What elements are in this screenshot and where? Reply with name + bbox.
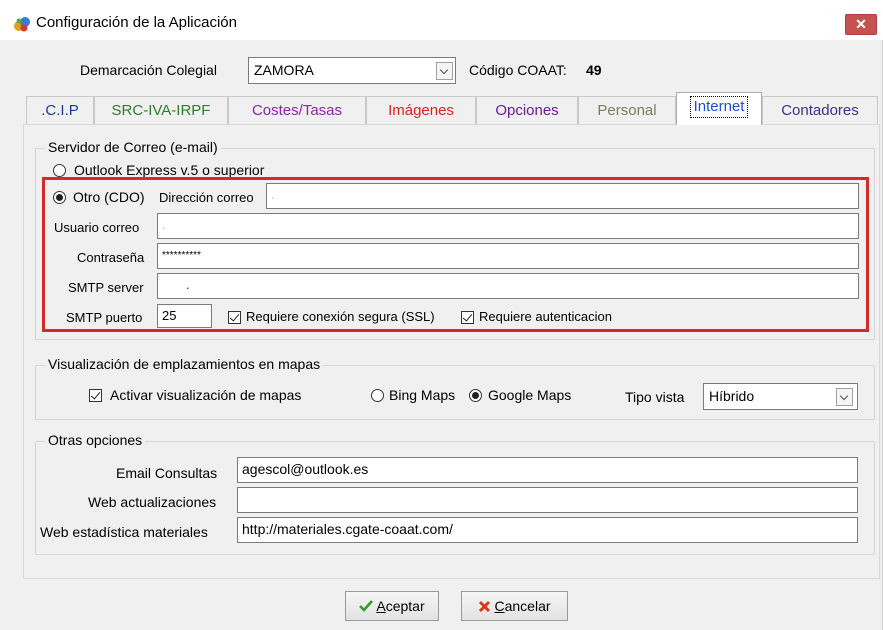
- tab-personal[interactable]: Personal: [578, 96, 676, 124]
- window-title: Configuración de la Aplicación: [36, 14, 237, 31]
- otro-cdo-label: Otro (CDO): [73, 189, 145, 205]
- smtp-input[interactable]: .: [157, 273, 859, 299]
- check-icon: [359, 600, 374, 612]
- web-estadistica-input[interactable]: http://materiales.cgate-coaat.com/: [237, 517, 858, 543]
- demarcacion-select[interactable]: ZAMORA: [248, 57, 456, 84]
- codigo-value: 49: [586, 62, 602, 78]
- usuario-input[interactable]: .: [157, 213, 859, 239]
- auth-label: Requiere autenticacion: [479, 309, 612, 324]
- maps-checkbox-label: Activar visualización de mapas: [110, 387, 302, 403]
- direccion-label: Dirección correo: [159, 190, 254, 205]
- usuario-value: .: [162, 217, 166, 232]
- usuario-label: Usuario correo: [54, 220, 140, 235]
- cancelar-label: ancelar: [504, 598, 551, 614]
- google-radio[interactable]: [469, 389, 482, 402]
- smtp-value: .: [186, 277, 190, 292]
- otro-cdo-radio[interactable]: [53, 191, 66, 204]
- aceptar-accel: A: [376, 598, 386, 614]
- chevron-down-icon[interactable]: [836, 388, 853, 406]
- web-actualizaciones-input[interactable]: [237, 487, 858, 513]
- tab-label: SRC-IVA-IRPF: [111, 102, 211, 119]
- tab-label: .C.I.P: [41, 102, 79, 119]
- aceptar-button[interactable]: Aceptar: [345, 591, 439, 621]
- close-icon: [479, 600, 491, 613]
- outlook-label: Outlook Express v.5 o superior: [74, 162, 265, 178]
- password-label: Contraseña: [77, 250, 145, 265]
- tab-label: Internet: [689, 96, 749, 118]
- tab-internet[interactable]: Internet: [676, 92, 762, 125]
- tab-label: Opciones: [495, 102, 559, 119]
- tipo-vista-label: Tipo vista: [625, 389, 685, 405]
- web-estadistica-value: http://materiales.cgate-coaat.com/: [242, 521, 453, 537]
- tab-label: Contadores: [781, 102, 859, 119]
- tipo-vista-select[interactable]: Híbrido: [703, 383, 858, 410]
- auth-checkbox[interactable]: [461, 311, 474, 324]
- demarcacion-label: Demarcación Colegial: [80, 62, 217, 78]
- tab-opciones[interactable]: Opciones: [476, 96, 578, 124]
- cancelar-accel: C: [494, 598, 505, 614]
- close-button[interactable]: ✕: [845, 14, 877, 35]
- tab-cip[interactable]: .C.I.P: [26, 96, 94, 124]
- tab-label: Costes/Tasas: [251, 102, 343, 119]
- chevron-down-icon[interactable]: [436, 62, 453, 80]
- maps-group-title: Visualización de emplazamientos en mapas: [45, 356, 324, 372]
- puerto-input[interactable]: 25: [157, 304, 212, 328]
- password-value: **********: [162, 250, 201, 261]
- codigo-label: Código COAAT:: [469, 62, 567, 78]
- close-icon: ✕: [855, 16, 867, 32]
- ssl-checkbox[interactable]: [228, 311, 241, 324]
- puerto-value: 25: [162, 308, 177, 323]
- direccion-value: .: [271, 187, 275, 202]
- outlook-radio[interactable]: [53, 164, 66, 177]
- tab-contadores[interactable]: Contadores: [762, 96, 878, 124]
- bing-label: Bing Maps: [389, 387, 456, 403]
- tab-costes-tasas[interactable]: Costes/Tasas: [228, 96, 366, 124]
- puerto-label: SMTP puerto: [66, 310, 143, 325]
- email-consultas-input[interactable]: agescol@outlook.es: [237, 457, 858, 483]
- maps-checkbox[interactable]: [89, 389, 102, 402]
- email-consultas-label: Email Consultas: [116, 465, 218, 481]
- ssl-label: Requiere conexión segura (SSL): [246, 309, 435, 324]
- tipo-vista-value: Híbrido: [709, 388, 755, 404]
- google-label: Google Maps: [488, 387, 572, 403]
- other-options-title: Otras opciones: [45, 432, 146, 448]
- smtp-label: SMTP server: [68, 280, 144, 295]
- bing-radio[interactable]: [371, 389, 384, 402]
- web-estadistica-label: Web estadística materiales: [40, 524, 208, 540]
- title-bar: Configuración de la Aplicación ✕: [0, 0, 883, 40]
- tab-label: Personal: [597, 102, 657, 119]
- tab-src-iva-irpf[interactable]: SRC-IVA-IRPF: [94, 96, 228, 124]
- web-actualizaciones-label: Web actualizaciones: [88, 494, 217, 510]
- tab-label: Imágenes: [388, 102, 454, 119]
- aceptar-label: ceptar: [385, 598, 425, 614]
- tab-imagenes[interactable]: Imágenes: [366, 96, 476, 124]
- mail-group-title: Servidor de Correo (e-mail): [45, 139, 221, 155]
- app-icon: [14, 17, 30, 32]
- direccion-input[interactable]: .: [266, 183, 859, 209]
- password-input[interactable]: **********: [157, 243, 859, 269]
- email-consultas-value: agescol@outlook.es: [242, 461, 369, 477]
- demarcacion-value: ZAMORA: [254, 62, 314, 78]
- cancelar-button[interactable]: Cancelar: [461, 591, 568, 621]
